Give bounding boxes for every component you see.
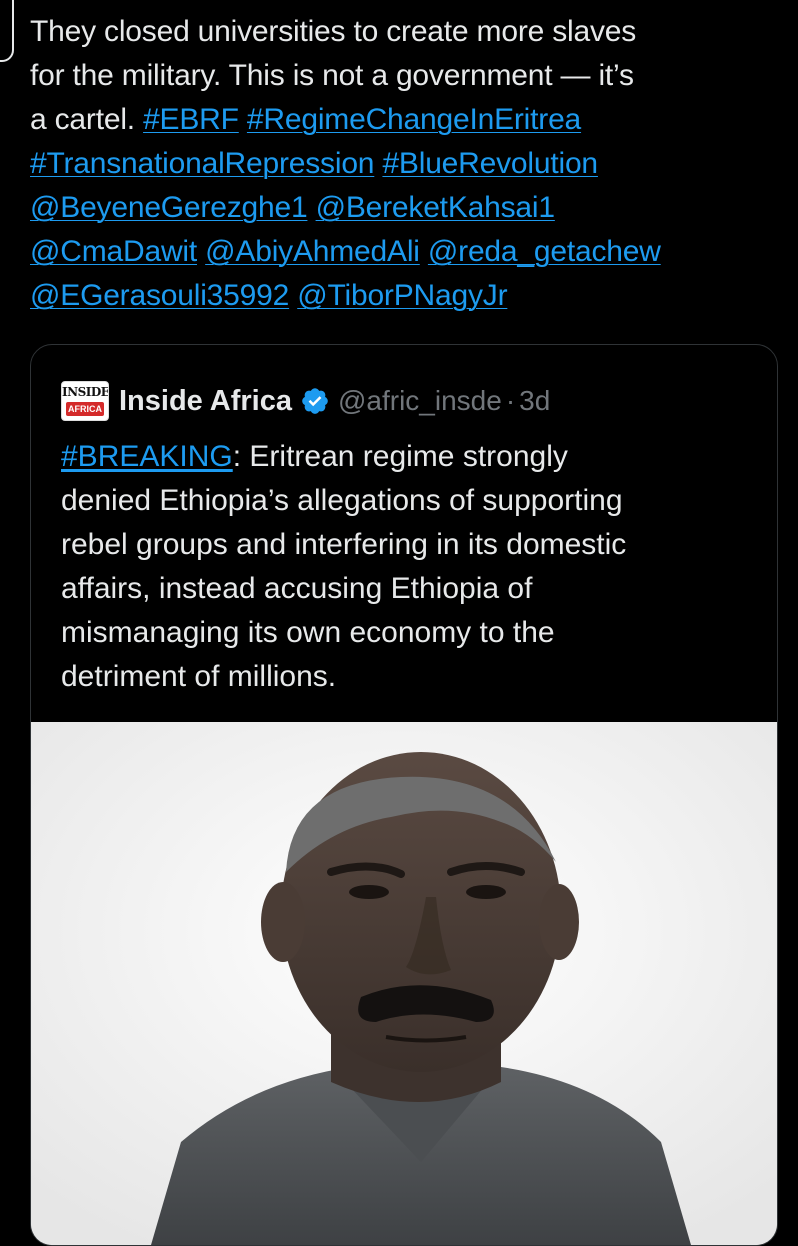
quoted-tweet-body: #BREAKING: Eritrean regime strongly denie… bbox=[61, 435, 751, 699]
mention-link[interactable]: @reda_getachew bbox=[428, 235, 661, 268]
mention-link[interactable]: @BeyeneGerezghe1 bbox=[30, 191, 308, 224]
quoted-tweet-card[interactable]: INSIDE AFRICA Inside Africa @afric_insde… bbox=[30, 344, 778, 1246]
text-segment: mismanaging its own economy to the bbox=[61, 616, 555, 649]
text-segment: They closed universities to create more … bbox=[30, 15, 637, 48]
text-line: They closed universities to create more … bbox=[30, 10, 780, 54]
verified-badge-icon bbox=[302, 388, 328, 414]
quoted-author-name[interactable]: Inside Africa bbox=[119, 385, 292, 418]
text-line: #BREAKING: Eritrean regime strongly bbox=[61, 435, 751, 479]
mention-link[interactable]: @EGerasouli35992 bbox=[30, 279, 289, 312]
text-line: denied Ethiopia’s allegations of support… bbox=[61, 479, 751, 523]
mention-link[interactable]: @TiborPNagyJr bbox=[297, 279, 507, 312]
avatar-logo-top-text: INSIDE bbox=[62, 385, 109, 399]
text-line: @CmaDawit @AbiyAhmedAli @reda_getachew bbox=[30, 230, 780, 274]
hashtag-link[interactable]: #BlueRevolution bbox=[382, 147, 598, 180]
text-segment: denied Ethiopia’s allegations of support… bbox=[61, 484, 623, 517]
text-segment bbox=[239, 103, 247, 136]
text-segment bbox=[197, 235, 205, 268]
hashtag-link[interactable]: #TransnationalRepression bbox=[30, 147, 374, 180]
text-segment: a cartel. bbox=[30, 103, 144, 136]
text-line: @EGerasouli35992 @TiborPNagyJr bbox=[30, 274, 780, 318]
header-separator: · bbox=[505, 385, 516, 416]
text-segment: rebel groups and interfering in its dome… bbox=[61, 528, 627, 561]
tweet-body: They closed universities to create more … bbox=[30, 10, 780, 318]
portrait-image bbox=[31, 722, 777, 1245]
text-line: detriment of millions. bbox=[61, 655, 751, 699]
hashtag-link[interactable]: #EBRF bbox=[143, 103, 239, 136]
hashtag-link[interactable]: #BREAKING bbox=[61, 440, 233, 473]
text-segment: detriment of millions. bbox=[61, 660, 337, 693]
text-segment: for the military. This is not a governme… bbox=[30, 59, 634, 92]
inside-africa-avatar[interactable]: INSIDE AFRICA bbox=[61, 381, 109, 421]
mention-link[interactable]: @CmaDawit bbox=[30, 235, 197, 268]
text-segment: affairs, instead accusing Ethiopia of bbox=[61, 572, 533, 605]
quoted-tweet-header: INSIDE AFRICA Inside Africa @afric_insde… bbox=[61, 381, 550, 421]
mention-link[interactable]: @BereketKahsai1 bbox=[316, 191, 555, 224]
thread-connector-line bbox=[0, 0, 14, 62]
mention-link[interactable]: @AbiyAhmedAli bbox=[205, 235, 420, 268]
quoted-timestamp[interactable]: 3d bbox=[519, 385, 550, 417]
text-segment bbox=[420, 235, 428, 268]
quoted-tweet-photo[interactable] bbox=[31, 722, 777, 1245]
text-segment: : Eritrean regime strongly bbox=[232, 440, 568, 473]
text-line: rebel groups and interfering in its dome… bbox=[61, 523, 751, 567]
hashtag-link[interactable]: #RegimeChangeInEritrea bbox=[247, 103, 581, 136]
text-line: a cartel. #EBRF #RegimeChangeInEritrea bbox=[30, 98, 780, 142]
quoted-author-handle[interactable]: @afric_insde bbox=[338, 385, 502, 417]
text-line: mismanaging its own economy to the bbox=[61, 611, 751, 655]
avatar-logo-bottom-text: AFRICA bbox=[66, 402, 104, 416]
text-segment bbox=[307, 191, 315, 224]
text-line: #TransnationalRepression #BlueRevolution bbox=[30, 142, 780, 186]
text-segment bbox=[289, 279, 297, 312]
text-line: affairs, instead accusing Ethiopia of bbox=[61, 567, 751, 611]
text-line: @BeyeneGerezghe1 @BereketKahsai1 bbox=[30, 186, 780, 230]
text-line: for the military. This is not a governme… bbox=[30, 54, 780, 98]
